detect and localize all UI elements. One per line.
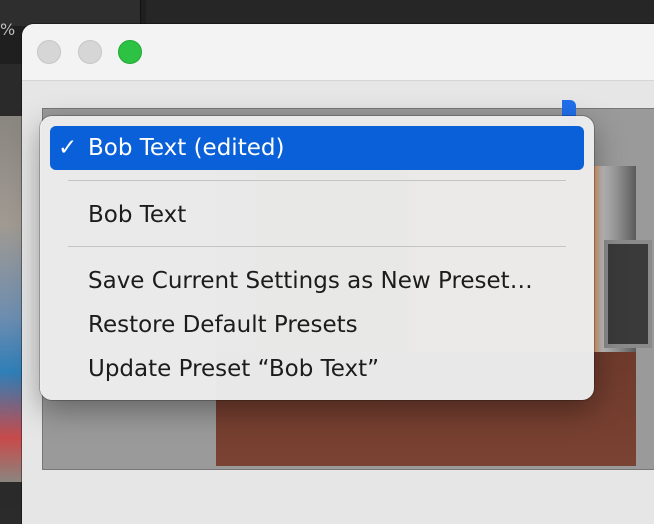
zoom-button[interactable] bbox=[118, 40, 142, 64]
background-photo bbox=[0, 116, 22, 482]
minimize-button[interactable] bbox=[78, 40, 102, 64]
menu-item-label: Update Preset “Bob Text” bbox=[88, 356, 380, 382]
menu-separator bbox=[68, 246, 566, 247]
close-button[interactable] bbox=[37, 40, 61, 64]
menu-item-label: Restore Default Presets bbox=[88, 312, 358, 338]
preset-dropdown-menu: ✓ Bob Text (edited) Bob Text Save Curren… bbox=[40, 116, 594, 400]
menu-item-bob-text[interactable]: Bob Text bbox=[50, 193, 584, 237]
menu-item-restore-default-presets[interactable]: Restore Default Presets bbox=[50, 303, 584, 347]
background-zoom-label: % bbox=[0, 20, 16, 39]
background-toolbar-segment bbox=[146, 0, 654, 26]
checkmark-icon: ✓ bbox=[58, 135, 78, 161]
menu-item-bob-text-edited[interactable]: ✓ Bob Text (edited) bbox=[50, 126, 584, 170]
title-bar bbox=[22, 24, 654, 81]
menu-item-save-new-preset[interactable]: Save Current Settings as New Preset… bbox=[50, 259, 584, 303]
menu-item-label: Bob Text bbox=[88, 202, 187, 228]
preview-image-detail bbox=[604, 240, 652, 348]
menu-item-update-preset[interactable]: Update Preset “Bob Text” bbox=[50, 347, 584, 391]
menu-item-label: Save Current Settings as New Preset… bbox=[88, 268, 533, 294]
menu-separator bbox=[68, 180, 566, 181]
menu-item-label: Bob Text (edited) bbox=[88, 135, 285, 161]
background-toolbar-segment bbox=[0, 0, 141, 26]
